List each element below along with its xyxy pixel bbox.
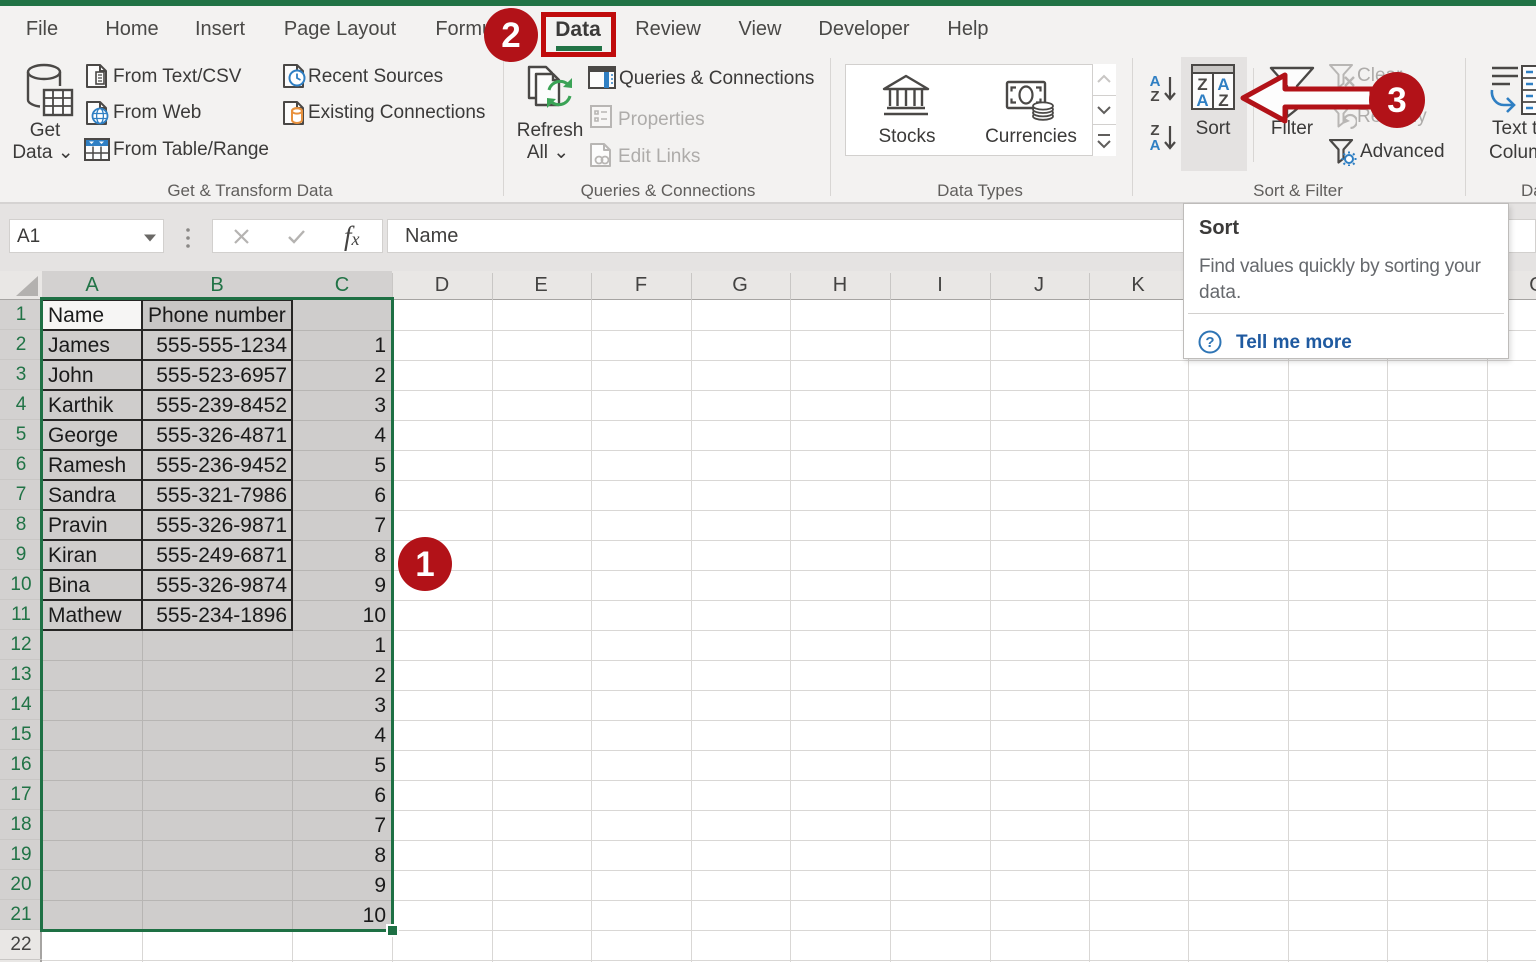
svg-text:A: A	[1150, 137, 1161, 153]
svg-text:Z: Z	[1218, 91, 1228, 110]
svg-text:Z: Z	[1150, 88, 1159, 104]
svg-text:?: ?	[1205, 334, 1214, 351]
svg-text:A: A	[1196, 91, 1208, 110]
